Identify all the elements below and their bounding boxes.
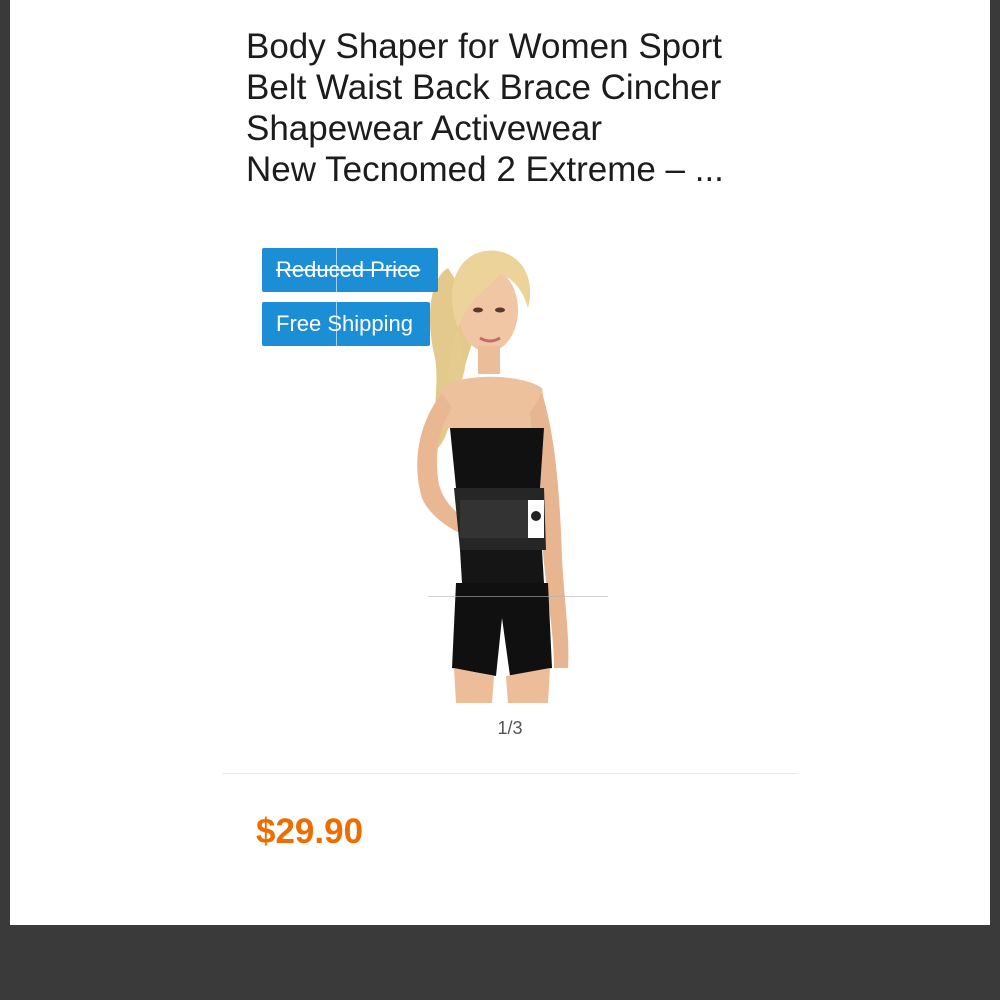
product-card: Body Shaper for Women Sport Belt Waist B…	[10, 0, 990, 925]
product-title-line: New Tecnomed 2 Extreme – ...	[246, 150, 724, 189]
free-shipping-badge: Free Shipping	[262, 302, 430, 346]
screen-frame: Body Shaper for Women Sport Belt Waist B…	[0, 0, 1000, 1000]
guide-line-vertical	[336, 248, 337, 346]
product-title: Body Shaper for Women Sport Belt Waist B…	[246, 26, 786, 190]
product-title-line: Body Shaper for Women Sport	[246, 27, 722, 66]
product-title-line: Shapewear Activewear	[246, 109, 603, 148]
section-divider	[223, 773, 797, 774]
image-gallery[interactable]: Reduced Price Free Shipping	[210, 238, 790, 708]
image-pager: 1/3	[497, 718, 523, 738]
reduced-price-badge: Reduced Price	[262, 248, 438, 292]
guide-line-horizontal	[428, 596, 608, 597]
product-price: $29.90	[256, 812, 364, 851]
product-title-line: Belt Waist Back Brace Cincher	[246, 68, 722, 107]
